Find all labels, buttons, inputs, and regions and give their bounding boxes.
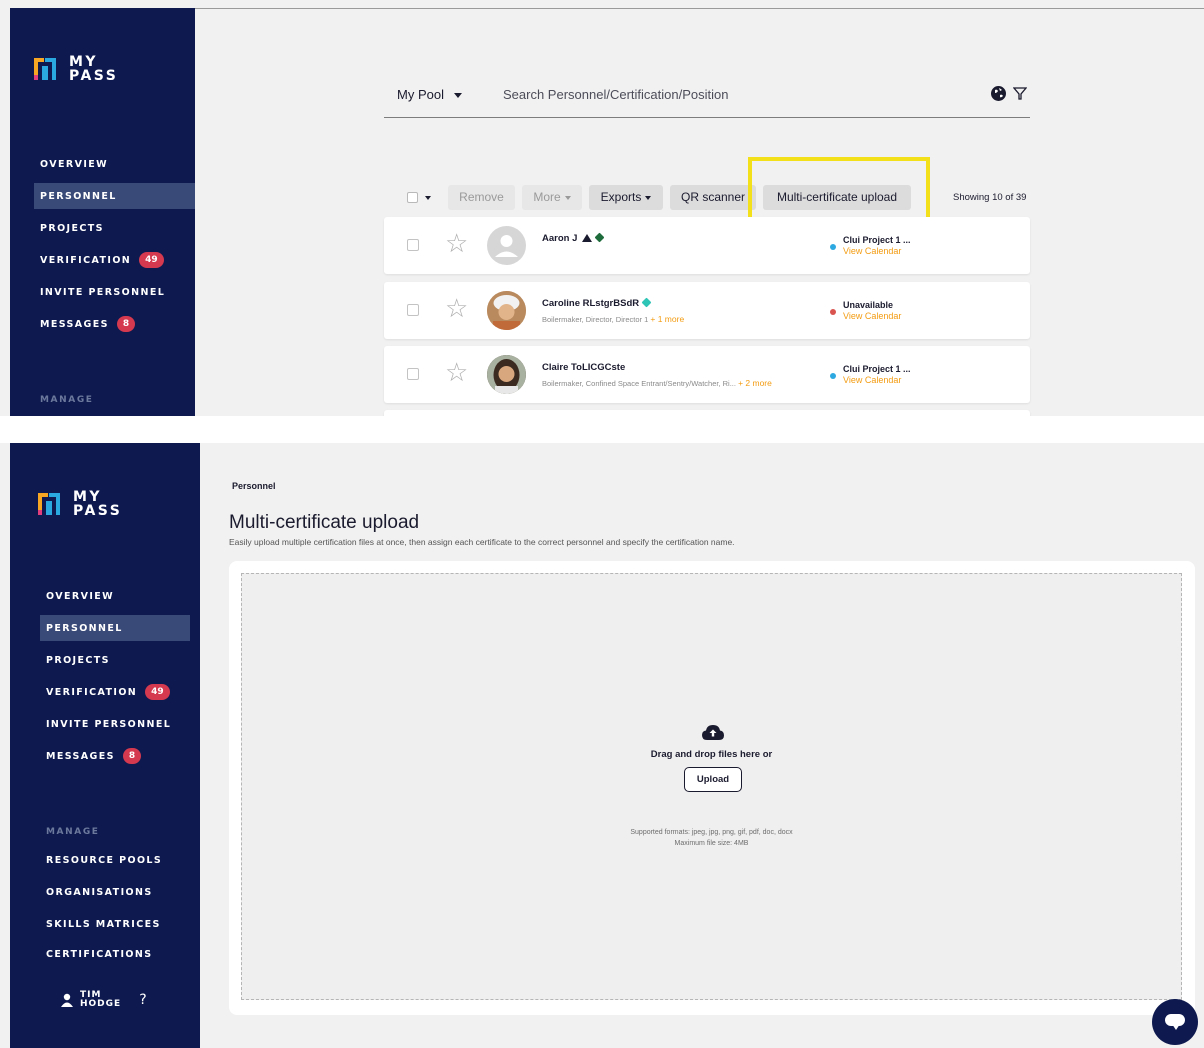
nav-organisations[interactable]: ORGANISATIONS xyxy=(40,879,190,905)
personnel-name[interactable]: Aaron J xyxy=(542,232,605,244)
more-roles-link[interactable]: + 2 more xyxy=(738,378,772,388)
personnel-roles: Boilermaker, Director, Director 1 + 1 mo… xyxy=(542,314,685,324)
page-subtitle: Easily upload multiple certification fil… xyxy=(229,537,735,547)
tag-icon xyxy=(594,232,605,243)
avatar xyxy=(487,291,526,330)
verification-badge: 49 xyxy=(139,252,164,268)
personnel-name[interactable]: Claire ToLICGCste xyxy=(542,362,625,373)
nav-messages[interactable]: MESSAGES 8 xyxy=(34,311,195,337)
status-dot xyxy=(830,309,836,315)
search-input[interactable]: Search Personnel/Certification/Position xyxy=(503,87,728,102)
user-menu[interactable]: TIM HODGE ? xyxy=(60,991,148,1009)
nav-overview[interactable]: OVERVIEW xyxy=(34,151,195,177)
manage-nav: RESOURCE POOLS ORGANISATIONS SKILLS MATR… xyxy=(40,847,190,963)
view-calendar-link[interactable]: View Calendar xyxy=(843,311,901,321)
showing-count: Showing 10 of 39 xyxy=(953,192,1027,203)
chevron-down-icon xyxy=(453,93,462,99)
mypass-logo[interactable]: MY PASS xyxy=(38,490,122,518)
messages-badge: 8 xyxy=(116,316,136,332)
nav-overview[interactable]: OVERVIEW xyxy=(40,583,190,609)
main-nav: OVERVIEW PERSONNEL PROJECTS VERIFICATION… xyxy=(34,151,195,343)
personnel-row[interactable]: ☆ Claire ToLICGCste Boilermaker, Confine… xyxy=(384,346,1030,403)
view-calendar-link[interactable]: View Calendar xyxy=(843,375,901,385)
qr-scanner-button[interactable]: QR scanner xyxy=(670,185,756,210)
row-checkbox[interactable] xyxy=(407,304,419,316)
file-dropzone[interactable]: Drag and drop files here or Upload Suppo… xyxy=(241,573,1182,1000)
select-all-chevron-icon[interactable] xyxy=(425,196,431,200)
nav-messages[interactable]: MESSAGES 8 xyxy=(40,743,190,769)
status-text: Clui Project 1 ... xyxy=(843,364,911,374)
personnel-row[interactable] xyxy=(384,410,1030,416)
nav-verification[interactable]: VERIFICATION 49 xyxy=(40,679,190,705)
nav-skills-matrices[interactable]: SKILLS MATRICES xyxy=(40,911,190,937)
warning-icon xyxy=(582,234,593,242)
logo-text: MY PASS xyxy=(73,489,123,519)
more-button[interactable]: More xyxy=(522,185,582,210)
status-dot xyxy=(830,373,836,379)
select-all-checkbox[interactable] xyxy=(407,192,418,203)
multi-certificate-upload-screenshot: MY PASS OVERVIEW PERSONNEL PROJECTS VERI… xyxy=(0,443,1204,1048)
chat-button[interactable] xyxy=(1152,999,1198,1045)
star-icon[interactable]: ☆ xyxy=(445,359,468,385)
tag-icon xyxy=(641,297,652,308)
star-icon[interactable]: ☆ xyxy=(445,230,468,256)
status-dot xyxy=(830,244,836,250)
personnel-roles: Boilermaker, Confined Space Entrant/Sent… xyxy=(542,378,772,388)
user-icon xyxy=(60,993,74,1007)
breadcrumb[interactable]: Personnel xyxy=(232,481,276,491)
status-text: Clui Project 1 ... xyxy=(843,235,911,245)
remove-button[interactable]: Remove xyxy=(448,185,515,210)
nav-verification[interactable]: VERIFICATION 49 xyxy=(34,247,195,273)
exports-button[interactable]: Exports xyxy=(589,185,663,210)
filter-icon[interactable] xyxy=(1013,87,1027,100)
page-title: Multi-certificate upload xyxy=(229,512,420,533)
nav-personnel[interactable]: PERSONNEL xyxy=(40,615,190,641)
personnel-list-screenshot: MY PASS OVERVIEW PERSONNEL PROJECTS VERI… xyxy=(0,0,1204,416)
top-divider xyxy=(195,8,1204,9)
nav-personnel[interactable]: PERSONNEL xyxy=(34,183,195,209)
upload-button[interactable]: Upload xyxy=(684,767,742,792)
cloud-upload-icon xyxy=(702,725,724,740)
avatar xyxy=(487,226,526,265)
logo-mark-icon xyxy=(38,493,60,515)
nav-projects[interactable]: PROJECTS xyxy=(40,647,190,673)
logo-mark-icon xyxy=(34,58,56,80)
more-roles-link[interactable]: + 1 more xyxy=(650,314,684,324)
star-icon[interactable]: ☆ xyxy=(445,295,468,321)
upload-card: Drag and drop files here or Upload Suppo… xyxy=(229,561,1195,1015)
upload-requirements: Supported formats: jpeg, jpg, png, gif, … xyxy=(630,829,793,847)
personnel-row[interactable]: ☆ Caroline RLstgrBSdR Boilermaker, Direc… xyxy=(384,282,1030,339)
nav-invite-personnel[interactable]: INVITE PERSONNEL xyxy=(40,711,190,737)
personnel-row[interactable]: ☆ Aaron J Clui Project 1 ... View Calend… xyxy=(384,217,1030,274)
manage-heading: MANAGE xyxy=(40,395,94,405)
main-nav: OVERVIEW PERSONNEL PROJECTS VERIFICATION… xyxy=(40,583,190,775)
row-checkbox[interactable] xyxy=(407,368,419,380)
mypass-logo[interactable]: MY PASS xyxy=(34,55,118,83)
help-icon[interactable]: ? xyxy=(139,993,147,1007)
nav-resource-pools[interactable]: RESOURCE POOLS xyxy=(40,847,190,873)
personnel-name[interactable]: Caroline RLstgrBSdR xyxy=(542,297,652,309)
pool-selector[interactable]: My Pool xyxy=(397,87,462,102)
nav-projects[interactable]: PROJECTS xyxy=(34,215,195,241)
nav-invite-personnel[interactable]: INVITE PERSONNEL xyxy=(34,279,195,305)
search-bar: My Pool Search Personnel/Certification/P… xyxy=(384,80,1030,118)
sidebar: MY PASS OVERVIEW PERSONNEL PROJECTS VERI… xyxy=(10,443,200,1048)
status-text: Unavailable xyxy=(843,300,894,310)
user-name: TIM HODGE xyxy=(80,990,122,1009)
exports-chevron-icon xyxy=(645,195,652,200)
more-chevron-icon xyxy=(564,195,571,200)
verification-badge: 49 xyxy=(145,684,170,700)
view-calendar-link[interactable]: View Calendar xyxy=(843,246,901,256)
globe-icon[interactable] xyxy=(991,86,1006,101)
drag-drop-text: Drag and drop files here or xyxy=(650,749,773,760)
logo-text: MY PASS xyxy=(69,54,119,84)
sidebar: MY PASS OVERVIEW PERSONNEL PROJECTS VERI… xyxy=(10,8,195,416)
nav-certifications[interactable]: CERTIFICATIONS xyxy=(40,943,190,957)
manage-heading: MANAGE xyxy=(46,827,100,837)
messages-badge: 8 xyxy=(122,748,142,764)
avatar xyxy=(487,355,526,394)
row-checkbox[interactable] xyxy=(407,239,419,251)
